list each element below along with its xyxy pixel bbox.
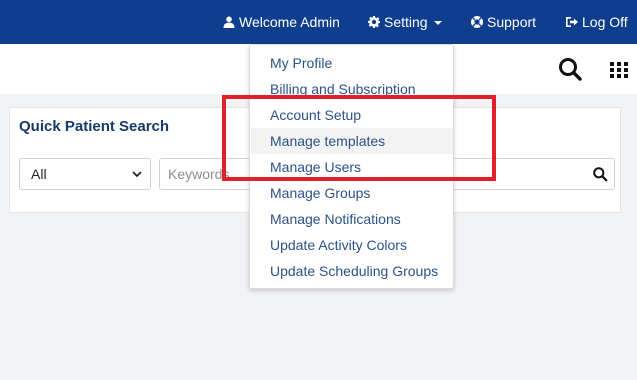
sign-out-icon xyxy=(566,17,578,27)
menu-item-scheduling-groups[interactable]: Update Scheduling Groups xyxy=(251,258,453,284)
welcome-label: Welcome Admin xyxy=(239,14,340,30)
menu-item-manage-notifications[interactable]: Manage Notifications xyxy=(251,206,453,232)
support-link[interactable]: Support xyxy=(471,0,536,44)
menu-item-my-profile[interactable]: My Profile xyxy=(251,50,453,76)
menu-item-activity-colors[interactable]: Update Activity Colors xyxy=(251,232,453,258)
apps-grid-icon[interactable] xyxy=(606,56,632,82)
search-icon[interactable] xyxy=(592,166,608,182)
user-icon xyxy=(223,16,235,28)
search-icon[interactable] xyxy=(557,56,583,82)
life-ring-icon xyxy=(471,16,483,28)
menu-item-manage-templates[interactable]: Manage templates xyxy=(251,128,453,154)
panel-title: Quick Patient Search xyxy=(19,118,170,135)
setting-menu-toggle[interactable]: Setting xyxy=(368,0,442,44)
top-nav-bar: Welcome Admin Setting Support Log Off xyxy=(0,0,637,44)
menu-item-manage-groups[interactable]: Manage Groups xyxy=(251,180,453,206)
log-off-link[interactable]: Log Off xyxy=(566,0,628,44)
keyword-placeholder: Keywords xyxy=(168,166,230,182)
welcome-user-link[interactable]: Welcome Admin xyxy=(223,0,340,44)
menu-item-account-setup[interactable]: Account Setup xyxy=(251,102,453,128)
menu-item-billing[interactable]: Billing and Subscription xyxy=(251,76,453,102)
filter-value: All xyxy=(31,166,47,182)
gear-icon xyxy=(368,16,380,28)
search-filter-select[interactable]: All xyxy=(19,158,151,190)
menu-item-manage-users[interactable]: Manage Users xyxy=(251,154,453,180)
caret-down-icon xyxy=(433,21,442,25)
chevron-down-icon xyxy=(132,171,142,178)
support-label: Support xyxy=(487,14,537,30)
log-off-label: Log Off xyxy=(582,14,628,30)
setting-label: Setting xyxy=(384,14,428,30)
settings-dropdown-menu: My Profile Billing and Subscription Acco… xyxy=(249,44,454,289)
